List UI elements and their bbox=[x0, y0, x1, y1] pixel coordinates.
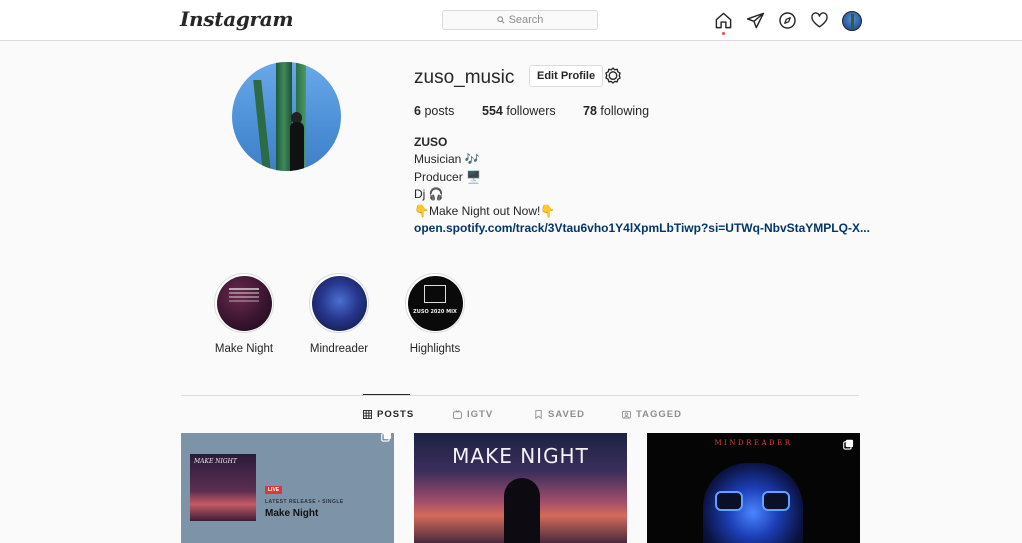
live-badge: LIVE bbox=[265, 486, 283, 494]
followers-link[interactable]: 554 followers bbox=[482, 104, 583, 118]
highlight-mindreader[interactable]: Mindreader bbox=[299, 273, 379, 355]
highlight-label: Highlights bbox=[409, 343, 461, 355]
bookmark-icon bbox=[535, 410, 542, 419]
highlight-make-night[interactable]: Make Night bbox=[204, 273, 284, 355]
tab-tagged[interactable]: TAGGED bbox=[622, 409, 682, 420]
profile-full-name: ZUSO bbox=[414, 135, 448, 149]
post-headline: MINDREADER bbox=[714, 439, 793, 447]
tag-icon bbox=[622, 410, 631, 419]
post-tile[interactable]: MINDREADER bbox=[647, 433, 860, 543]
avatar bbox=[841, 10, 862, 31]
bio-line: Dj 🎧 bbox=[414, 186, 444, 201]
profile-bio: ZUSO Musician 🎶 Producer 🖥️ Dj 🎧 👇Make N… bbox=[414, 134, 870, 238]
highlight-highlights[interactable]: ZUSO 2020 MIX Highlights bbox=[395, 273, 475, 355]
profile-stats: 6 posts 554 followers 78 following bbox=[414, 104, 649, 118]
nav-icons bbox=[713, 10, 862, 35]
highlight-cover: ZUSO 2020 MIX bbox=[407, 275, 463, 331]
search-icon bbox=[496, 16, 505, 24]
top-nav: Instagram Search bbox=[0, 0, 1022, 41]
carousel-icon bbox=[843, 439, 854, 450]
following-link[interactable]: 78 following bbox=[583, 104, 649, 118]
explore-button[interactable] bbox=[777, 10, 798, 31]
activity-button[interactable] bbox=[809, 10, 830, 31]
highlight-ring bbox=[214, 273, 274, 333]
bio-line: 👇Make Night out Now!👇 bbox=[414, 204, 556, 219]
release-title: Make Night bbox=[265, 508, 319, 519]
edit-profile-button[interactable]: Edit Profile bbox=[529, 65, 604, 87]
highlight-cover bbox=[216, 275, 272, 331]
highlight-cover bbox=[311, 275, 367, 331]
cover-title: MAKE NIGHT bbox=[194, 458, 237, 465]
highlight-label: Mindreader bbox=[309, 343, 369, 355]
home-icon bbox=[715, 12, 732, 29]
posts-count: 6 posts bbox=[414, 104, 455, 118]
silhouette bbox=[504, 478, 540, 543]
home-button[interactable] bbox=[713, 10, 734, 35]
release-subtitle: LATEST RELEASE • SINGLE bbox=[265, 499, 344, 505]
igtv-icon bbox=[453, 410, 462, 419]
tabs-divider bbox=[181, 395, 859, 396]
post-headline: MAKE NIGHT bbox=[452, 444, 589, 468]
tab-posts[interactable]: POSTS bbox=[363, 409, 414, 420]
tab-igtv[interactable]: IGTV bbox=[453, 409, 493, 420]
album-cover: MAKE NIGHT bbox=[190, 454, 256, 521]
heart-icon bbox=[811, 12, 828, 28]
paper-plane-icon bbox=[746, 12, 765, 29]
grid-icon bbox=[363, 410, 372, 419]
active-tab-indicator bbox=[363, 394, 410, 395]
instagram-logo[interactable]: Instagram bbox=[180, 7, 294, 31]
carousel-icon bbox=[381, 433, 392, 442]
highlight-label: Make Night bbox=[214, 343, 274, 355]
highlight-ring bbox=[309, 273, 369, 333]
profile-avatar[interactable] bbox=[232, 62, 341, 171]
tab-saved[interactable]: SAVED bbox=[534, 409, 585, 420]
direct-button[interactable] bbox=[745, 10, 766, 31]
bio-link[interactable]: open.spotify.com/track/3Vtau6vho1Y4lXpmL… bbox=[414, 220, 870, 237]
post-tile[interactable]: MAKE NIGHT bbox=[414, 433, 627, 543]
compass-icon bbox=[779, 12, 796, 29]
gear-icon[interactable] bbox=[603, 66, 623, 86]
profile-username: zuso_music bbox=[414, 67, 515, 88]
highlight-ring: ZUSO 2020 MIX bbox=[405, 273, 465, 333]
post-tile[interactable]: MAKE NIGHT LIVE LATEST RELEASE • SINGLE … bbox=[181, 433, 394, 543]
search-input[interactable]: Search bbox=[442, 10, 598, 30]
search-placeholder: Search bbox=[508, 14, 544, 26]
bio-line: Producer 🖥️ bbox=[414, 169, 481, 184]
highlight-cover-text: ZUSO 2020 MIX bbox=[413, 308, 457, 315]
bio-line: Musician 🎶 bbox=[414, 152, 480, 167]
notification-dot bbox=[722, 32, 725, 35]
profile-menu-button[interactable] bbox=[841, 10, 862, 31]
